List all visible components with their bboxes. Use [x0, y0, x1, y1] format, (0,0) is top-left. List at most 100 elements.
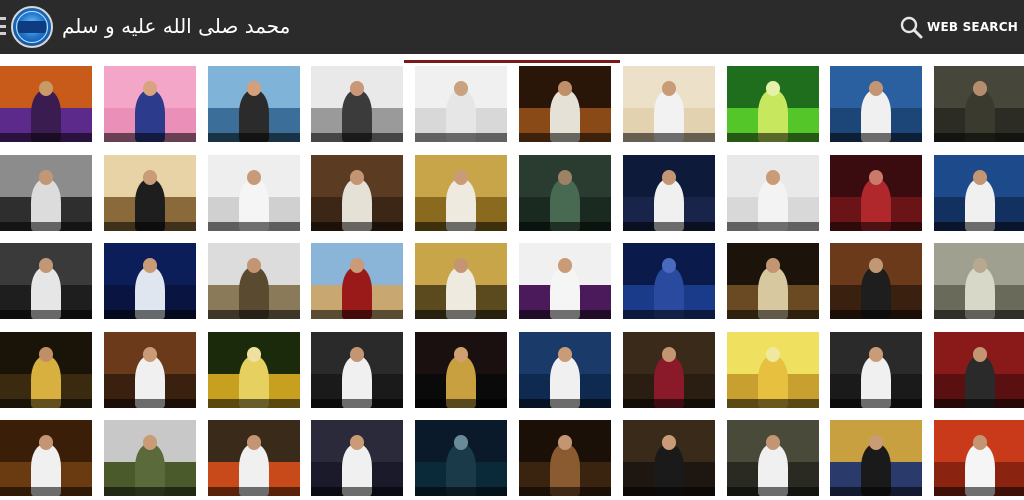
web-search-label: WEB SEARCH	[927, 20, 1018, 34]
thumbnail-caption-band	[208, 486, 300, 496]
video-thumbnail[interactable]	[934, 155, 1024, 231]
thumbnail-caption-band	[311, 309, 403, 319]
thumbnail-caption-band	[311, 398, 403, 408]
thumbnail-caption-band	[415, 309, 507, 319]
video-thumbnail[interactable]	[415, 420, 507, 496]
video-thumbnail[interactable]	[934, 332, 1024, 408]
thumbnail-caption-band	[208, 398, 300, 408]
video-thumbnail[interactable]	[104, 243, 196, 319]
thumbnail-caption-band	[519, 309, 611, 319]
video-thumbnail[interactable]	[623, 66, 715, 142]
thumbnail-caption-band	[934, 221, 1024, 231]
app-title: محمد صلى الله عليه و سلم	[62, 14, 291, 38]
video-thumbnail[interactable]	[519, 155, 611, 231]
video-thumbnail[interactable]	[830, 243, 922, 319]
video-thumbnail[interactable]	[208, 155, 300, 231]
thumbnail-caption-band	[311, 221, 403, 231]
thumbnail-caption-band	[104, 309, 196, 319]
video-thumbnail[interactable]	[104, 420, 196, 496]
thumbnail-caption-band	[519, 132, 611, 142]
app-logo-icon[interactable]	[11, 6, 53, 48]
thumbnail-caption-band	[934, 309, 1024, 319]
web-search-button[interactable]: WEB SEARCH	[899, 14, 1018, 40]
thumbnail-caption-band	[623, 486, 715, 496]
video-thumbnail[interactable]	[830, 332, 922, 408]
video-thumbnail[interactable]	[104, 332, 196, 408]
video-thumbnail[interactable]	[0, 155, 92, 231]
video-thumbnail[interactable]	[415, 243, 507, 319]
thumbnail-caption-band	[104, 398, 196, 408]
thumbnail-caption-band	[0, 486, 92, 496]
thumbnail-caption-band	[311, 132, 403, 142]
thumbnail-caption-band	[0, 309, 92, 319]
thumbnail-caption-band	[623, 309, 715, 319]
video-thumbnail[interactable]	[208, 243, 300, 319]
video-thumbnail[interactable]	[727, 66, 819, 142]
thumbnail-caption-band	[104, 132, 196, 142]
thumbnail-caption-band	[104, 486, 196, 496]
video-thumbnail[interactable]	[311, 155, 403, 231]
video-thumbnail[interactable]	[0, 66, 92, 142]
thumbnail-caption-band	[727, 221, 819, 231]
thumbnail-caption-band	[830, 486, 922, 496]
thumbnail-caption-band	[415, 132, 507, 142]
thumbnail-caption-band	[415, 221, 507, 231]
thumbnail-caption-band	[519, 486, 611, 496]
thumbnail-caption-band	[208, 132, 300, 142]
video-thumbnail[interactable]	[415, 66, 507, 142]
video-thumbnail[interactable]	[727, 332, 819, 408]
video-thumbnail[interactable]	[519, 243, 611, 319]
video-thumbnail[interactable]	[727, 243, 819, 319]
video-thumbnail[interactable]	[415, 332, 507, 408]
video-thumbnail[interactable]	[519, 420, 611, 496]
video-thumbnail[interactable]	[104, 66, 196, 142]
logo-band	[18, 21, 46, 33]
thumbnail-caption-band	[104, 221, 196, 231]
search-icon	[900, 16, 923, 39]
video-thumbnail[interactable]	[934, 243, 1024, 319]
tab-indicator	[404, 60, 620, 63]
thumbnail-caption-band	[934, 398, 1024, 408]
thumbnail-caption-band	[623, 132, 715, 142]
video-thumbnail[interactable]	[311, 243, 403, 319]
thumbnail-caption-band	[830, 221, 922, 231]
video-thumbnail[interactable]	[519, 332, 611, 408]
video-thumbnail[interactable]	[934, 420, 1024, 496]
video-thumbnail[interactable]	[0, 243, 92, 319]
video-thumbnail[interactable]	[208, 66, 300, 142]
thumbnail-caption-band	[415, 486, 507, 496]
video-thumbnail[interactable]	[519, 66, 611, 142]
thumbnail-caption-band	[934, 486, 1024, 496]
thumbnail-caption-band	[0, 132, 92, 142]
video-thumbnail[interactable]	[104, 155, 196, 231]
thumbnail-caption-band	[830, 132, 922, 142]
video-thumbnail[interactable]	[727, 155, 819, 231]
video-thumbnail[interactable]	[934, 66, 1024, 142]
video-thumbnail[interactable]	[830, 155, 922, 231]
video-thumbnail[interactable]	[0, 332, 92, 408]
thumbnail-caption-band	[208, 309, 300, 319]
thumbnail-caption-band	[623, 221, 715, 231]
video-thumbnail[interactable]	[0, 420, 92, 496]
video-thumbnail[interactable]	[208, 420, 300, 496]
thumbnail-caption-band	[0, 221, 92, 231]
video-thumbnail[interactable]	[623, 243, 715, 319]
thumbnail-caption-band	[727, 309, 819, 319]
video-thumbnail[interactable]	[311, 332, 403, 408]
video-thumbnail[interactable]	[623, 332, 715, 408]
video-thumbnail[interactable]	[208, 332, 300, 408]
thumbnail-caption-band	[311, 486, 403, 496]
thumbnail-caption-band	[519, 398, 611, 408]
thumbnail-caption-band	[623, 398, 715, 408]
thumbnail-caption-band	[727, 132, 819, 142]
video-thumbnail[interactable]	[623, 155, 715, 231]
menu-icon[interactable]	[0, 17, 6, 35]
video-thumbnail[interactable]	[623, 420, 715, 496]
video-thumbnail[interactable]	[727, 420, 819, 496]
video-thumbnail[interactable]	[830, 66, 922, 142]
video-thumbnail[interactable]	[415, 155, 507, 231]
video-thumbnail[interactable]	[830, 420, 922, 496]
video-thumbnail[interactable]	[311, 66, 403, 142]
video-thumbnail[interactable]	[311, 420, 403, 496]
app-bar: محمد صلى الله عليه و سلم WEB SEARCH	[0, 0, 1024, 54]
